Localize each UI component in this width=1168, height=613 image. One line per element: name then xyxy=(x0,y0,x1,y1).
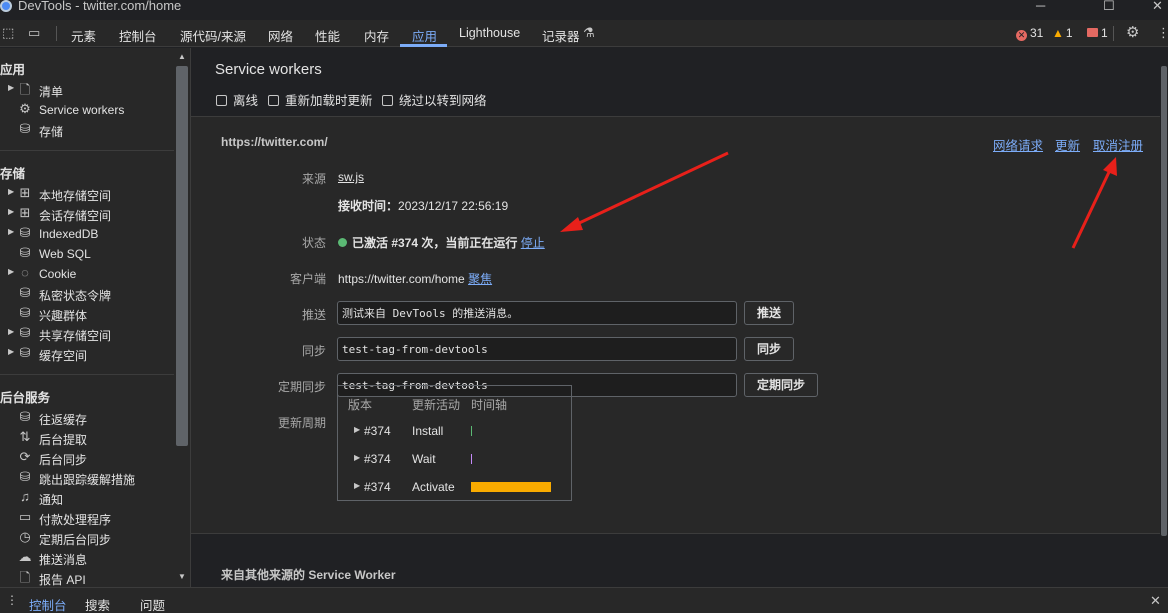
annotation-arrow-to-unregister xyxy=(1071,169,1112,249)
annotation-arrows xyxy=(560,151,1117,249)
annotation-arrow-to-stop xyxy=(574,151,729,227)
annotation-arrowhead xyxy=(560,217,583,232)
